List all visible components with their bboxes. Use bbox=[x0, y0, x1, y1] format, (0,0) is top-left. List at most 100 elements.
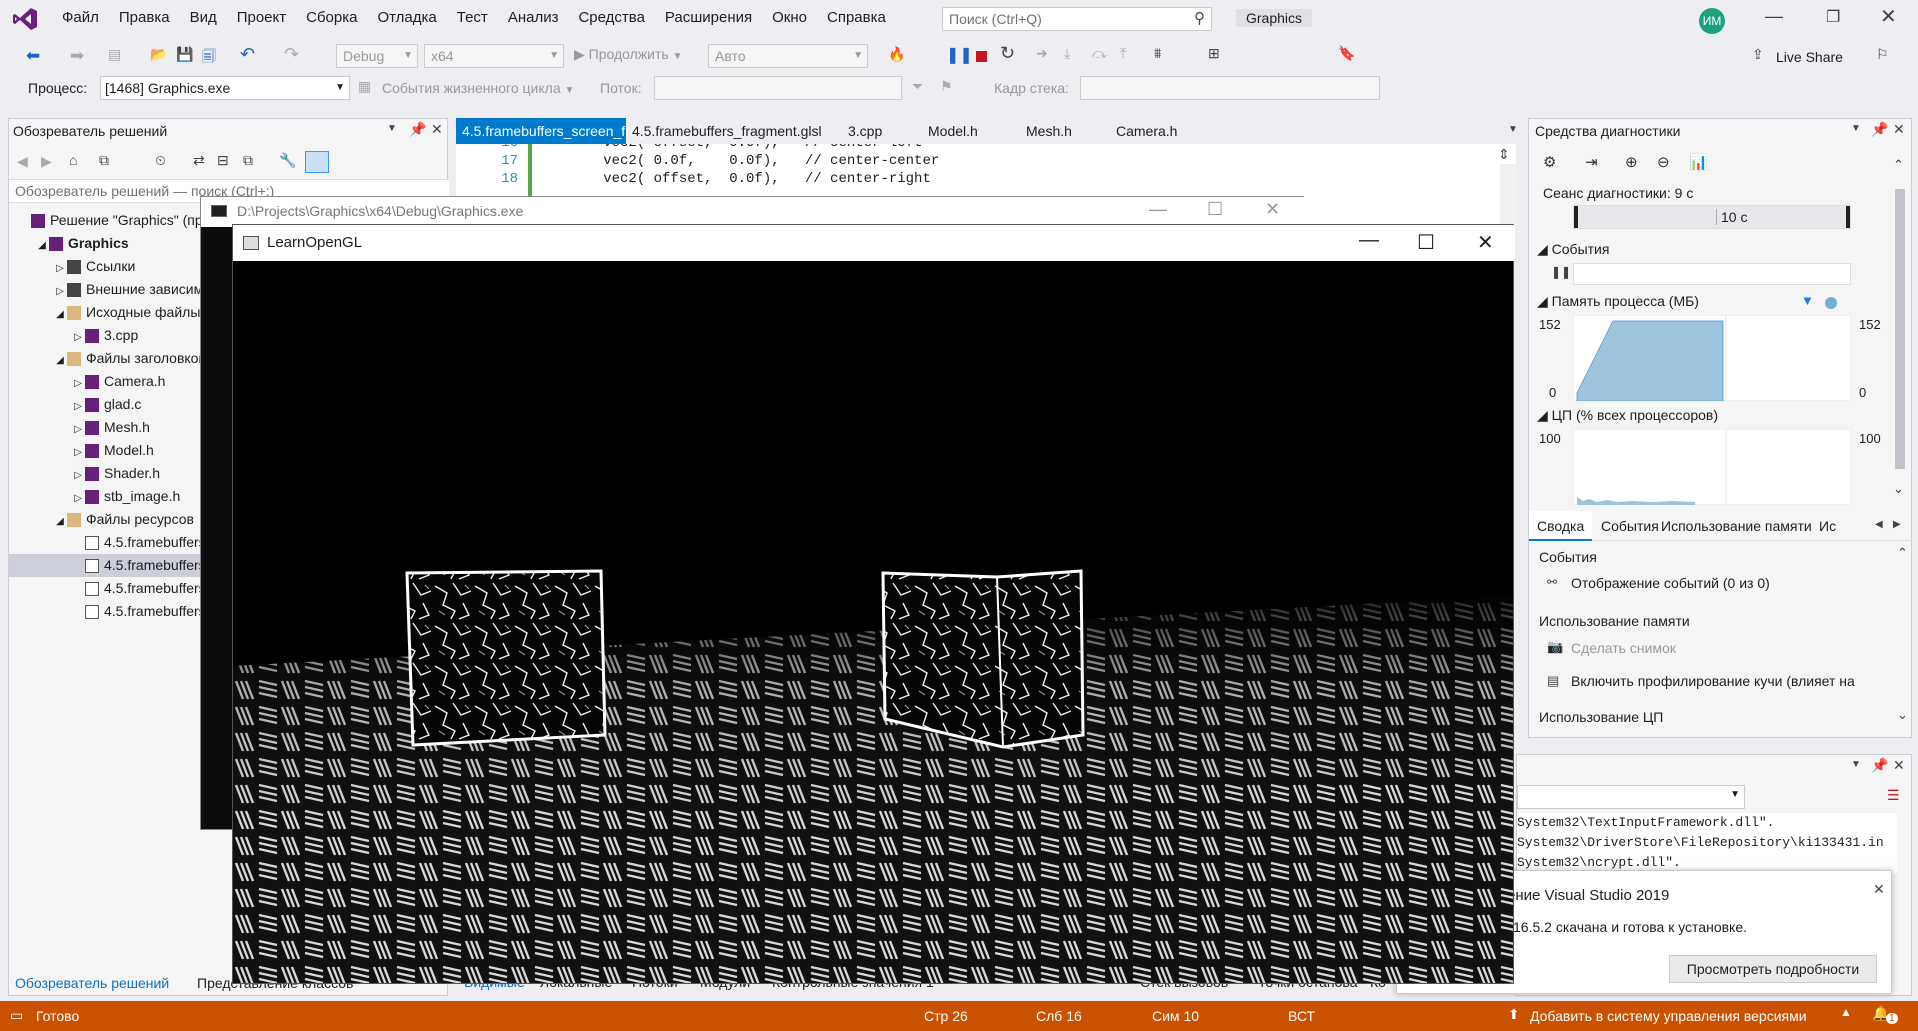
menu-item[interactable]: Вид bbox=[180, 0, 227, 36]
maximize-icon[interactable]: ☐ bbox=[1207, 199, 1223, 220]
expander-icon[interactable]: ▷ bbox=[71, 418, 85, 441]
preview-toggle[interactable] bbox=[305, 151, 329, 173]
diagnostics-tab[interactable]: Использование памяти bbox=[1653, 511, 1820, 541]
redo-icon[interactable]: ↷ bbox=[284, 44, 299, 65]
settings-icon[interactable]: ⚙ bbox=[1543, 153, 1556, 171]
diagnostics-tab[interactable]: Ис bbox=[1811, 511, 1844, 541]
take-snapshot-button[interactable]: Сделать снимок bbox=[1571, 640, 1918, 656]
scroll-down-icon[interactable]: ⌄ bbox=[1893, 481, 1904, 497]
step-over-icon[interactable]: ⤼ bbox=[1092, 45, 1107, 62]
close-panel-icon[interactable]: ✕ bbox=[431, 121, 443, 138]
cpu-section-label[interactable]: ◢ ЦП (% всех процессоров) bbox=[1537, 407, 1718, 424]
hot-reload-icon[interactable]: 🔥 bbox=[888, 46, 905, 63]
pin-icon[interactable]: 📌 bbox=[1871, 121, 1888, 138]
heap-profiling-checkbox[interactable]: Включить профилирование кучи (влияет на bbox=[1571, 673, 1918, 689]
platform-dropdown[interactable]: x64 ▼ bbox=[424, 44, 564, 68]
expander-icon[interactable]: ◢ bbox=[53, 303, 67, 326]
pause-icon[interactable]: ❚❚ bbox=[946, 45, 973, 65]
avatar[interactable]: ИМ bbox=[1699, 8, 1725, 34]
pending-changes-icon[interactable]: ⏲ bbox=[155, 152, 166, 169]
switch-views-icon[interactable]: ⧉ bbox=[99, 152, 109, 169]
status-char[interactable]: Сим 10 bbox=[1152, 1008, 1199, 1024]
editor-tab[interactable]: 3.cpp bbox=[842, 118, 888, 144]
live-share-icon[interactable]: ⇪ bbox=[1752, 46, 1764, 63]
expander-icon[interactable]: ▷ bbox=[53, 280, 67, 303]
home-icon[interactable]: ⌂ bbox=[69, 152, 77, 168]
status-insert-mode[interactable]: ВСТ bbox=[1288, 1008, 1315, 1024]
clear-output-icon[interactable]: ☰ bbox=[1887, 787, 1900, 804]
code-editor[interactable]: 16 vec2(-offset, 0.0f), // center-left17… bbox=[456, 144, 1496, 204]
editor-tab[interactable]: Model.h bbox=[922, 118, 984, 144]
show-events-link[interactable]: Отображение событий (0 из 0) bbox=[1571, 575, 1918, 591]
restore-icon[interactable]: ❐ bbox=[1826, 7, 1840, 27]
view-details-button[interactable]: Просмотреть подробности bbox=[1669, 955, 1877, 983]
close-panel-icon[interactable]: ✕ bbox=[1893, 121, 1905, 138]
status-line[interactable]: Стр 26 bbox=[924, 1008, 968, 1024]
dropdown-arrow-icon[interactable]: ▼ bbox=[1851, 759, 1861, 770]
expander-icon[interactable]: ◢ bbox=[53, 349, 67, 372]
diagnostics-scrollbar[interactable]: ⌃ ⌄ bbox=[1891, 157, 1909, 507]
export-icon[interactable]: ⇥ bbox=[1585, 153, 1598, 171]
editor-tab[interactable]: Camera.h bbox=[1110, 118, 1183, 144]
zoom-out-icon[interactable]: ⊖ bbox=[1657, 153, 1670, 171]
navigate-forward-icon[interactable]: ➡ bbox=[70, 46, 84, 66]
scroll-up-icon[interactable]: ⌃ bbox=[1893, 157, 1904, 173]
pin-icon[interactable]: 📌 bbox=[1871, 757, 1888, 774]
menu-item[interactable]: Отладка bbox=[367, 0, 446, 36]
summary-scroll-up-icon[interactable]: ⌃ bbox=[1897, 545, 1908, 561]
zoom-in-icon[interactable]: ⊕ bbox=[1625, 153, 1638, 171]
editor-tab[interactable]: Mesh.h bbox=[1020, 118, 1078, 144]
memory-section-label[interactable]: ◢ Память процесса (МБ) bbox=[1537, 293, 1699, 310]
menu-item[interactable]: Справка bbox=[817, 0, 896, 36]
expander-icon[interactable]: ▷ bbox=[71, 441, 85, 464]
flag-thread-icon[interactable]: ⚑ bbox=[940, 78, 953, 95]
menu-item[interactable]: Сборка bbox=[296, 0, 367, 36]
save-icon[interactable]: 💾 bbox=[176, 46, 193, 63]
bookmark-icon[interactable]: 🔖 bbox=[1338, 45, 1355, 62]
back-icon[interactable]: ◀ bbox=[17, 153, 28, 170]
menu-item[interactable]: Правка bbox=[109, 0, 180, 36]
close-notification-icon[interactable]: ✕ bbox=[1873, 881, 1885, 898]
navigate-back-icon[interactable]: ⬅ bbox=[26, 46, 40, 66]
output-source-dropdown[interactable]: ▼ bbox=[1517, 785, 1745, 809]
filter-icon[interactable]: ⏷ bbox=[912, 78, 923, 95]
add-to-source-control[interactable]: Добавить в систему управления версиями bbox=[1530, 1008, 1807, 1024]
menu-item[interactable]: Окно bbox=[762, 0, 817, 36]
expander-icon[interactable]: ▷ bbox=[71, 487, 85, 510]
expander-icon[interactable]: ▷ bbox=[53, 257, 67, 280]
continue-button[interactable]: ▶ Продолжить ▼ bbox=[574, 46, 683, 63]
editor-tab[interactable]: 4.5.framebuffers_screen_fragment.glsl ⊸ … bbox=[456, 118, 733, 144]
sync-icon[interactable]: ⇄ bbox=[193, 152, 205, 169]
properties-icon[interactable]: 🔧 bbox=[279, 152, 296, 169]
save-all-icon[interactable]: 🗐 bbox=[202, 46, 216, 70]
stack-frame-dropdown[interactable] bbox=[1080, 76, 1380, 100]
show-next-statement-icon[interactable]: ➜ bbox=[1036, 45, 1048, 62]
step-into-icon[interactable]: ⤓ bbox=[1064, 45, 1070, 62]
events-section-label[interactable]: ◢ События bbox=[1537, 241, 1609, 258]
dropdown-arrow-icon[interactable]: ▼ bbox=[1851, 123, 1861, 134]
new-project-icon[interactable]: ▤ bbox=[108, 46, 121, 63]
minimize-icon[interactable]: — bbox=[1359, 229, 1379, 252]
restart-icon[interactable]: ↻ bbox=[1000, 43, 1015, 64]
session-timeline[interactable]: 10 с bbox=[1573, 205, 1851, 229]
pause-events-icon[interactable]: ❚❚ bbox=[1551, 265, 1571, 279]
minimize-icon[interactable]: — bbox=[1765, 6, 1783, 27]
diagnostics-tab[interactable]: Сводка bbox=[1529, 511, 1593, 541]
lifecycle-events-button[interactable]: События жизненного цикла ▼ bbox=[382, 80, 574, 96]
expander-icon[interactable]: ▷ bbox=[71, 395, 85, 418]
expander-icon[interactable]: ▷ bbox=[71, 326, 85, 349]
collapse-all-icon[interactable]: ⊟ bbox=[217, 152, 229, 169]
output-text[interactable]: System32\TextInputFramework.dll". System3… bbox=[1517, 813, 1897, 873]
live-share-button[interactable]: Live Share bbox=[1776, 49, 1843, 65]
expander-icon[interactable]: ▷ bbox=[71, 464, 85, 487]
thread-icon[interactable]: ⊞ bbox=[1208, 45, 1220, 62]
undo-icon[interactable]: ↶ bbox=[240, 44, 255, 65]
show-all-files-icon[interactable]: ⧉ bbox=[243, 152, 253, 169]
thread-dropdown[interactable] bbox=[654, 76, 902, 100]
menu-item[interactable]: Проект bbox=[227, 0, 296, 36]
expander-icon[interactable]: ◢ bbox=[35, 234, 49, 257]
visual-studio-logo-icon[interactable] bbox=[12, 7, 38, 31]
forward-icon[interactable]: ▶ bbox=[41, 153, 52, 170]
menu-item[interactable]: Расширения bbox=[655, 0, 762, 36]
stop-icon[interactable] bbox=[976, 51, 987, 62]
